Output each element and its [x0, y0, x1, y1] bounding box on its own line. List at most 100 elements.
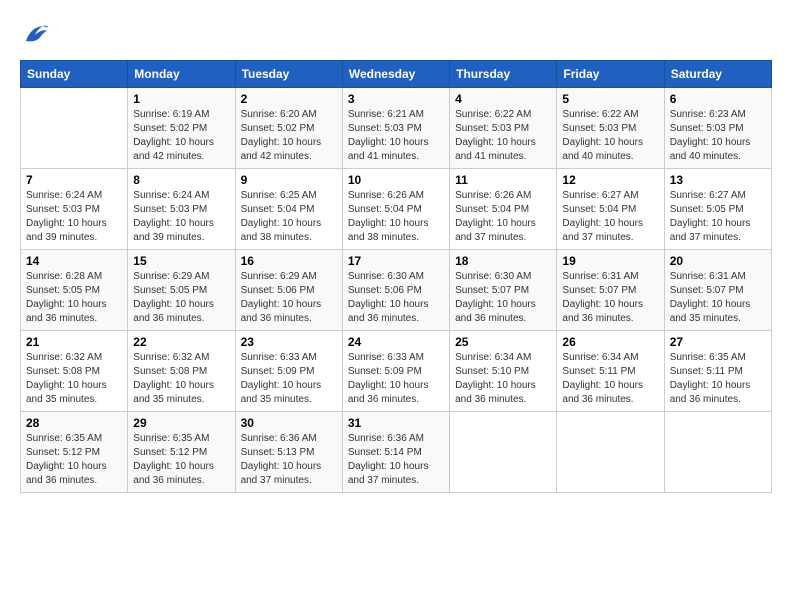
header-sunday: Sunday — [21, 61, 128, 88]
header-wednesday: Wednesday — [342, 61, 449, 88]
day-info: Sunrise: 6:28 AMSunset: 5:05 PMDaylight:… — [26, 270, 122, 326]
header-saturday: Saturday — [664, 61, 771, 88]
day-info: Sunrise: 6:26 AMSunset: 5:04 PMDaylight:… — [455, 189, 551, 245]
calendar-cell: 27Sunrise: 6:35 AMSunset: 5:11 PMDayligh… — [664, 331, 771, 412]
day-number: 10 — [348, 173, 444, 187]
calendar-cell: 29 Sunrise: 6:35 AMSunset: 5:12 PMDayligh… — [128, 412, 235, 493]
header-friday: Friday — [557, 61, 664, 88]
day-number: 31 — [348, 416, 444, 430]
day-info: Sunrise: 6:36 AMSunset: 5:14 PMDaylight:… — [348, 432, 444, 488]
day-info: Sunrise: 6:34 AMSunset: 5:11 PMDaylight:… — [562, 351, 658, 407]
day-info: Sunrise: 6:25 AMSunset: 5:04 PMDaylight:… — [241, 189, 337, 245]
day-number: 18 — [455, 254, 551, 268]
calendar-table: SundayMondayTuesdayWednesdayThursdayFrid… — [20, 60, 772, 493]
day-number: 1 — [133, 92, 229, 106]
day-info: Sunrise: 6:30 AMSunset: 5:07 PMDaylight:… — [455, 270, 551, 326]
day-number: 24 — [348, 335, 444, 349]
day-number: 6 — [670, 92, 766, 106]
logo — [20, 20, 54, 50]
day-number: 22 — [133, 335, 229, 349]
day-info: Sunrise: 6:30 AMSunset: 5:06 PMDaylight:… — [348, 270, 444, 326]
day-info: Sunrise: 6:35 AMSunset: 5:12 PMDaylight:… — [133, 432, 229, 488]
day-number: 14 — [26, 254, 122, 268]
day-info: Sunrise: 6:32 AMSunset: 5:08 PMDaylight:… — [133, 351, 229, 407]
day-number: 4 — [455, 92, 551, 106]
calendar-cell: 15 Sunrise: 6:29 AMSunset: 5:05 PMDayligh… — [128, 250, 235, 331]
calendar-header: SundayMondayTuesdayWednesdayThursdayFrid… — [21, 61, 772, 88]
day-number: 27 — [670, 335, 766, 349]
day-number: 12 — [562, 173, 658, 187]
calendar-cell: 23 Sunrise: 6:33 AMSunset: 5:09 PMDayligh… — [235, 331, 342, 412]
header-row: SundayMondayTuesdayWednesdayThursdayFrid… — [21, 61, 772, 88]
week-row-5: 28 Sunrise: 6:35 AMSunset: 5:12 PMDayligh… — [21, 412, 772, 493]
day-info: Sunrise: 6:34 AMSunset: 5:10 PMDaylight:… — [455, 351, 551, 407]
calendar-cell: 25Sunrise: 6:34 AMSunset: 5:10 PMDayligh… — [450, 331, 557, 412]
day-info: Sunrise: 6:20 AMSunset: 5:02 PMDaylight:… — [241, 108, 337, 164]
calendar-cell: 22 Sunrise: 6:32 AMSunset: 5:08 PMDayligh… — [128, 331, 235, 412]
calendar-body: 1 Sunrise: 6:19 AMSunset: 5:02 PMDaylight… — [21, 88, 772, 493]
header-thursday: Thursday — [450, 61, 557, 88]
calendar-cell: 9 Sunrise: 6:25 AMSunset: 5:04 PMDaylight… — [235, 169, 342, 250]
calendar-cell: 1 Sunrise: 6:19 AMSunset: 5:02 PMDaylight… — [128, 88, 235, 169]
header-monday: Monday — [128, 61, 235, 88]
calendar-cell: 21 Sunrise: 6:32 AMSunset: 5:08 PMDayligh… — [21, 331, 128, 412]
calendar-cell — [557, 412, 664, 493]
day-number: 30 — [241, 416, 337, 430]
calendar-cell: 6 Sunrise: 6:23 AMSunset: 5:03 PMDaylight… — [664, 88, 771, 169]
calendar-cell: 16 Sunrise: 6:29 AMSunset: 5:06 PMDayligh… — [235, 250, 342, 331]
calendar-cell: 5 Sunrise: 6:22 AMSunset: 5:03 PMDaylight… — [557, 88, 664, 169]
day-info: Sunrise: 6:29 AMSunset: 5:05 PMDaylight:… — [133, 270, 229, 326]
header-tuesday: Tuesday — [235, 61, 342, 88]
calendar-cell: 10 Sunrise: 6:26 AMSunset: 5:04 PMDayligh… — [342, 169, 449, 250]
calendar-cell: 17Sunrise: 6:30 AMSunset: 5:06 PMDayligh… — [342, 250, 449, 331]
calendar-cell: 13Sunrise: 6:27 AMSunset: 5:05 PMDayligh… — [664, 169, 771, 250]
week-row-1: 1 Sunrise: 6:19 AMSunset: 5:02 PMDaylight… — [21, 88, 772, 169]
calendar-cell: 11Sunrise: 6:26 AMSunset: 5:04 PMDayligh… — [450, 169, 557, 250]
day-number: 3 — [348, 92, 444, 106]
calendar-cell: 30 Sunrise: 6:36 AMSunset: 5:13 PMDayligh… — [235, 412, 342, 493]
day-number: 26 — [562, 335, 658, 349]
day-number: 9 — [241, 173, 337, 187]
logo-icon — [20, 20, 50, 50]
day-number: 2 — [241, 92, 337, 106]
calendar-cell: 18 Sunrise: 6:30 AMSunset: 5:07 PMDayligh… — [450, 250, 557, 331]
day-number: 5 — [562, 92, 658, 106]
day-number: 29 — [133, 416, 229, 430]
week-row-4: 21 Sunrise: 6:32 AMSunset: 5:08 PMDayligh… — [21, 331, 772, 412]
calendar-cell: 3 Sunrise: 6:21 AMSunset: 5:03 PMDaylight… — [342, 88, 449, 169]
day-number: 28 — [26, 416, 122, 430]
calendar-cell: 12Sunrise: 6:27 AMSunset: 5:04 PMDayligh… — [557, 169, 664, 250]
day-info: Sunrise: 6:23 AMSunset: 5:03 PMDaylight:… — [670, 108, 766, 164]
day-info: Sunrise: 6:33 AMSunset: 5:09 PMDaylight:… — [241, 351, 337, 407]
day-info: Sunrise: 6:36 AMSunset: 5:13 PMDaylight:… — [241, 432, 337, 488]
calendar-cell: 8 Sunrise: 6:24 AMSunset: 5:03 PMDaylight… — [128, 169, 235, 250]
day-info: Sunrise: 6:22 AMSunset: 5:03 PMDaylight:… — [562, 108, 658, 164]
day-info: Sunrise: 6:29 AMSunset: 5:06 PMDaylight:… — [241, 270, 337, 326]
day-info: Sunrise: 6:32 AMSunset: 5:08 PMDaylight:… — [26, 351, 122, 407]
calendar-cell: 4 Sunrise: 6:22 AMSunset: 5:03 PMDaylight… — [450, 88, 557, 169]
day-number: 8 — [133, 173, 229, 187]
day-info: Sunrise: 6:24 AMSunset: 5:03 PMDaylight:… — [133, 189, 229, 245]
day-info: Sunrise: 6:35 AMSunset: 5:12 PMDaylight:… — [26, 432, 122, 488]
calendar-cell: 14 Sunrise: 6:28 AMSunset: 5:05 PMDayligh… — [21, 250, 128, 331]
day-number: 7 — [26, 173, 122, 187]
day-info: Sunrise: 6:22 AMSunset: 5:03 PMDaylight:… — [455, 108, 551, 164]
calendar-cell: 24Sunrise: 6:33 AMSunset: 5:09 PMDayligh… — [342, 331, 449, 412]
calendar-cell: 26 Sunrise: 6:34 AMSunset: 5:11 PMDayligh… — [557, 331, 664, 412]
day-number: 21 — [26, 335, 122, 349]
day-number: 23 — [241, 335, 337, 349]
day-number: 16 — [241, 254, 337, 268]
day-info: Sunrise: 6:19 AMSunset: 5:02 PMDaylight:… — [133, 108, 229, 164]
day-info: Sunrise: 6:31 AMSunset: 5:07 PMDaylight:… — [562, 270, 658, 326]
week-row-3: 14 Sunrise: 6:28 AMSunset: 5:05 PMDayligh… — [21, 250, 772, 331]
week-row-2: 7 Sunrise: 6:24 AMSunset: 5:03 PMDaylight… — [21, 169, 772, 250]
day-number: 15 — [133, 254, 229, 268]
calendar-cell: 20Sunrise: 6:31 AMSunset: 5:07 PMDayligh… — [664, 250, 771, 331]
calendar-cell: 19 Sunrise: 6:31 AMSunset: 5:07 PMDayligh… — [557, 250, 664, 331]
day-info: Sunrise: 6:21 AMSunset: 5:03 PMDaylight:… — [348, 108, 444, 164]
day-info: Sunrise: 6:26 AMSunset: 5:04 PMDaylight:… — [348, 189, 444, 245]
calendar-cell — [450, 412, 557, 493]
calendar-cell — [664, 412, 771, 493]
day-number: 19 — [562, 254, 658, 268]
calendar-cell: 28 Sunrise: 6:35 AMSunset: 5:12 PMDayligh… — [21, 412, 128, 493]
